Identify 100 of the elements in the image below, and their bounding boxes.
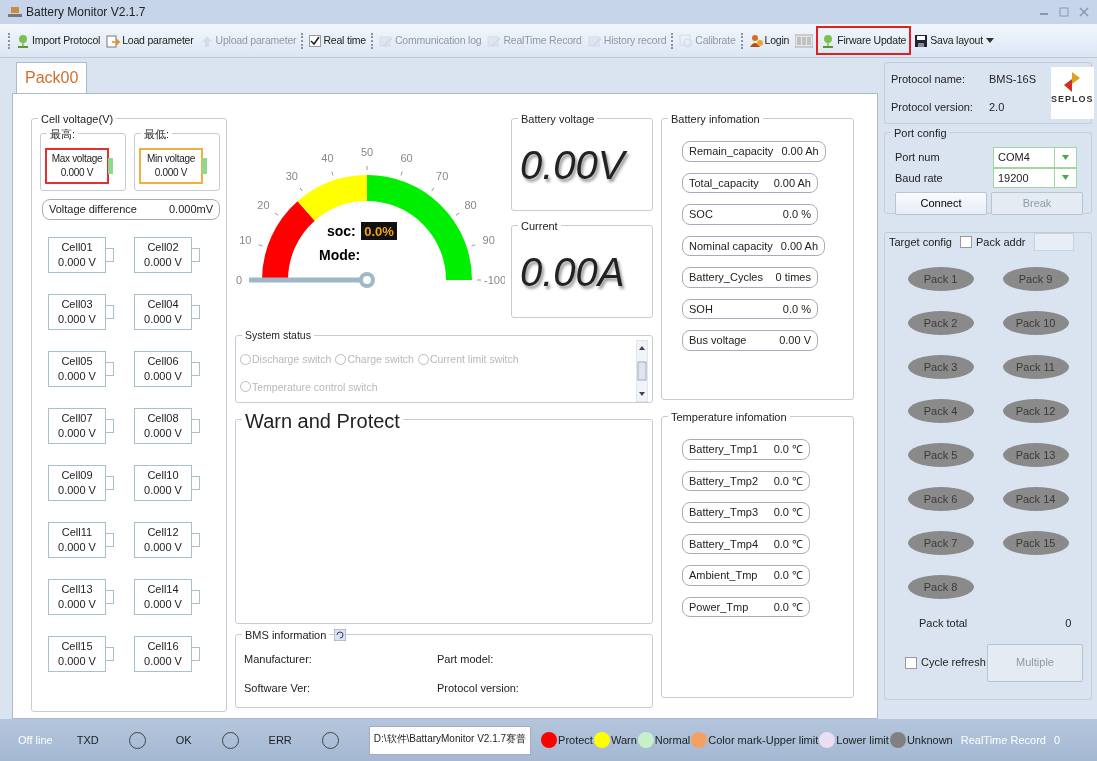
- info-readout: Bus voltage 0.00 V: [682, 330, 818, 351]
- info-readout: SOC 0.0 %: [682, 204, 818, 225]
- pack-button[interactable]: Pack 5: [907, 443, 974, 467]
- soc-value: 0.0%: [361, 222, 397, 240]
- pencil-document-icon: [487, 33, 502, 48]
- connection-status: Off line: [18, 732, 53, 748]
- info-readout: Nominal capacity 0.00 Ah: [682, 235, 826, 256]
- toolbar-button[interactable]: Load parameter: [103, 29, 197, 52]
- soc-label: soc:: [327, 223, 356, 239]
- cycle-refresh-checkbox[interactable]: Cycle refresh: [905, 654, 986, 671]
- group-title: Target config: [889, 234, 952, 250]
- app-icon: [8, 6, 22, 18]
- info-readout: Battery_Tmp1 0.0 ℃: [682, 439, 810, 460]
- dropdown-field[interactable]: 19200: [993, 167, 1077, 188]
- legend-label: Warn: [610, 732, 637, 748]
- cell-indicator: Cell06 0.000 V: [134, 350, 192, 387]
- cell-indicator: Cell08 0.000 V: [134, 407, 192, 444]
- voltage-difference: Voltage difference 0.000mV: [42, 199, 220, 220]
- gauge-tick-label: 90: [482, 234, 495, 247]
- info-readout: Ambient_Tmp 0.0 ℃: [682, 565, 810, 586]
- pack-tab[interactable]: Pack00: [16, 62, 88, 93]
- pack-addr-field[interactable]: [1033, 233, 1074, 251]
- gauge-tick-label: -100: [484, 274, 505, 286]
- cell-indicator: Cell13 0.000 V: [48, 578, 106, 615]
- field-label: Protocol name:: [891, 71, 966, 87]
- pack-button[interactable]: Pack 1: [907, 267, 974, 291]
- cell-indicator: Cell01 0.000 V: [48, 236, 106, 273]
- port-button[interactable]: Connect: [895, 192, 987, 215]
- group-title: 最高:: [47, 126, 79, 143]
- pack-button[interactable]: Pack 8: [907, 575, 974, 599]
- cell-indicator: Cell10 0.000 V: [134, 464, 192, 501]
- toolbar-button[interactable]: Login: [745, 29, 793, 52]
- people-icon: [748, 33, 763, 48]
- gauge-tick-label: 50: [360, 146, 374, 158]
- toolbar-button[interactable]: Sava layout: [911, 29, 986, 52]
- indicator-label: ERR: [268, 732, 292, 748]
- legend-label: Color mark-Upper limit: [708, 732, 819, 748]
- toolbar-button[interactable]: Import Protocol: [13, 29, 104, 52]
- field-value: BMS-16S: [989, 71, 1038, 87]
- info-readout: Battery_Tmp2 0.0 ℃: [682, 470, 810, 491]
- pack-button[interactable]: Pack 9: [1002, 267, 1069, 291]
- info-readout: Total_capacity 0.00 Ah: [682, 172, 818, 193]
- gauge-tick-label: 70: [436, 170, 449, 183]
- pack-button[interactable]: Pack 2: [907, 311, 974, 335]
- voltage-indicator: Max voltage 0.000 V: [45, 148, 109, 184]
- field-label: Software Ver:: [244, 680, 312, 696]
- checkmark-icon: [310, 35, 321, 46]
- field-label: Manufacturer:: [244, 652, 313, 667]
- window-title: Battery Monitor V2.1.7: [26, 4, 146, 21]
- pack-button[interactable]: Pack 13: [1002, 443, 1069, 467]
- field-value-label: Protocol version:: [891, 100, 974, 115]
- toolbar-button[interactable]: Firware Update: [816, 25, 912, 56]
- real-time-checkbox[interactable]: Real time: [306, 29, 369, 52]
- pack-button[interactable]: Pack 6: [907, 487, 974, 511]
- group-title: System status: [242, 328, 314, 344]
- battery-terminal: [202, 158, 207, 174]
- cell-indicator: Cell15 0.000 V: [48, 635, 106, 672]
- legend-label: Unknown: [906, 732, 953, 748]
- dropdown-field[interactable]: COM4: [993, 147, 1077, 168]
- pack-button[interactable]: Pack 15: [1002, 531, 1069, 555]
- cell-indicator: Cell07 0.000 V: [48, 407, 106, 444]
- logo-wordmark: SEPLOS: [1051, 93, 1094, 106]
- path-field: D:\软件\BattaryMonitor V2.1.7赛普: [368, 725, 532, 755]
- reading-value: 0.00A: [520, 248, 625, 296]
- info-readout: Battery_Tmp3 0.0 ℃: [682, 502, 810, 523]
- pin-icon: [821, 33, 836, 48]
- legend-label: Normal: [654, 732, 691, 748]
- dropdown-caret-icon[interactable]: [985, 37, 994, 44]
- field-value: 2.0: [989, 100, 1006, 115]
- pack-button[interactable]: Pack 7: [907, 531, 974, 555]
- info-readout: Remain_capacity 0.00 Ah: [682, 141, 826, 162]
- pack-button[interactable]: Pack 12: [1002, 399, 1069, 423]
- info-readout: Power_Tmp 0.0 ℃: [682, 596, 810, 617]
- pack-button[interactable]: Pack 4: [907, 399, 974, 423]
- gauge-tick-label: 30: [285, 170, 298, 183]
- gauge-tick-label: 40: [321, 152, 334, 165]
- pack-button[interactable]: Pack 3: [907, 355, 974, 379]
- refresh-icon[interactable]: [334, 629, 346, 641]
- pack-button[interactable]: Pack 14: [1002, 487, 1069, 511]
- record-count: 0: [1053, 732, 1061, 748]
- document-arrow-icon: [106, 33, 121, 48]
- info-readout: Battery_Cycles 0 times: [682, 267, 818, 288]
- cell-indicator: Cell09 0.000 V: [48, 464, 106, 501]
- info-readout: SOH 0.0 %: [682, 298, 818, 319]
- group-title: 最低:: [141, 126, 173, 143]
- gauge-tick-label: 0: [235, 274, 243, 286]
- cell-indicator: Cell16 0.000 V: [134, 635, 192, 672]
- indicator-label: OK: [175, 732, 192, 748]
- field-label: Pack total: [919, 616, 968, 631]
- field-label: Port num: [895, 150, 941, 165]
- calibrate-icon: [679, 33, 694, 48]
- caret-icon: [1062, 154, 1069, 160]
- pin-icon: [16, 33, 30, 48]
- gauge-tick-label: 20: [257, 198, 270, 211]
- mode-label: Mode:: [319, 247, 361, 263]
- pack-button[interactable]: Pack 10: [1002, 311, 1069, 335]
- pencil-document-icon: [378, 33, 393, 48]
- record-label: RealTime Record: [960, 732, 1046, 748]
- pack-addr-checkbox[interactable]: Pack addr: [960, 233, 1026, 251]
- pack-button[interactable]: Pack 11: [1002, 355, 1069, 379]
